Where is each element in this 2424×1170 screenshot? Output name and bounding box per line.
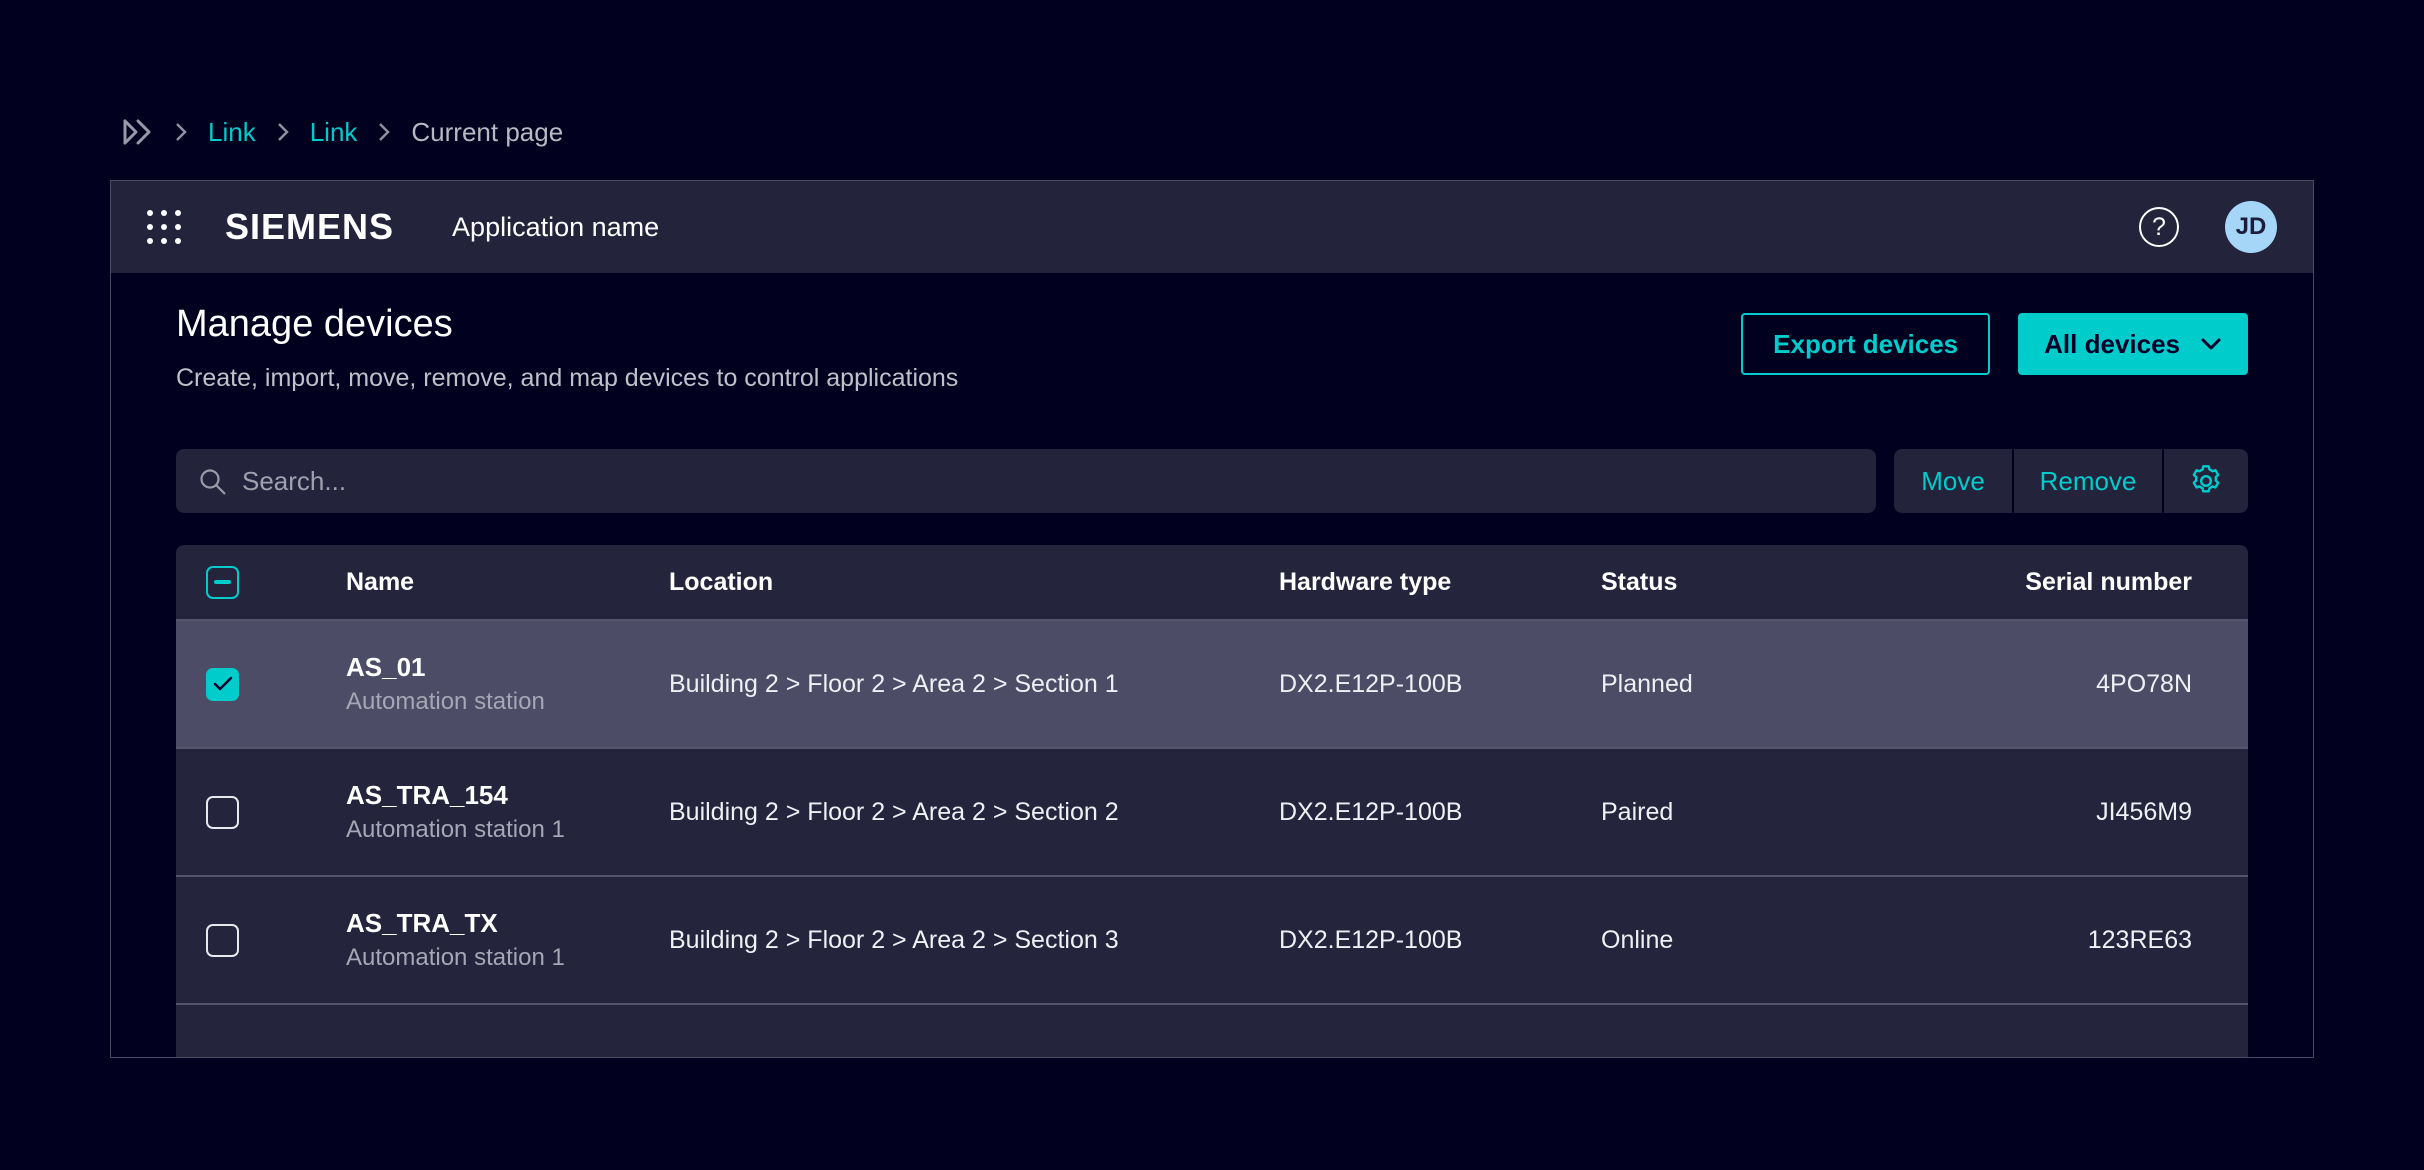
column-header-name[interactable]: Name (346, 568, 669, 597)
export-devices-button[interactable]: Export devices (1741, 313, 1990, 375)
device-serial: JI456M9 (2096, 798, 2248, 827)
chevron-right-icon (276, 121, 290, 143)
table-row[interactable]: AS_01 Automation station Building 2 > Fl… (176, 619, 2248, 747)
device-name: AS_01 (346, 652, 669, 683)
search-icon (198, 467, 228, 497)
column-header-hardware-type[interactable]: Hardware type (1279, 568, 1601, 597)
device-location: Building 2 > Floor 2 > Area 2 > Section … (669, 926, 1279, 955)
application-name: Application name (452, 212, 659, 243)
table-row[interactable]: AS_TRA_154 Automation station 1 Building… (176, 747, 2248, 875)
page-subtitle: Create, import, move, remove, and map de… (176, 364, 958, 393)
table-row[interactable]: AS_TRA_TX Automation station 1 Building … (176, 875, 2248, 1003)
column-header-location[interactable]: Location (669, 568, 1279, 597)
breadcrumb-current-page: Current page (411, 117, 563, 148)
table-header-row: Name Location Hardware type Status Seria… (176, 545, 2248, 619)
device-name: AS_TRA_154 (346, 780, 669, 811)
device-hardware-type: DX2.E12P-100B (1279, 926, 1601, 955)
check-icon (213, 676, 233, 692)
device-description: Automation station (346, 688, 669, 716)
device-filter-dropdown[interactable]: All devices (2018, 313, 2248, 375)
device-description: Automation station 1 (346, 944, 669, 972)
siemens-logo: SIEMENS (225, 206, 394, 248)
row-checkbox[interactable] (206, 796, 239, 829)
device-hardware-type: DX2.E12P-100B (1279, 798, 1601, 827)
row-checkbox[interactable] (206, 924, 239, 957)
main-panel: SIEMENS Application name ? JD Manage dev… (110, 180, 2314, 1058)
page-title: Manage devices (176, 303, 958, 346)
column-header-serial-number[interactable]: Serial number (2025, 568, 2248, 597)
device-serial: 4PO78N (2096, 670, 2248, 699)
device-description: Automation station 1 (346, 816, 669, 844)
chevron-right-icon (174, 121, 188, 143)
move-button[interactable]: Move (1894, 449, 2012, 513)
double-chevron-icon[interactable] (118, 116, 154, 148)
help-icon[interactable]: ? (2139, 207, 2179, 247)
select-all-checkbox[interactable] (206, 566, 239, 599)
device-serial: 123RE63 (2088, 926, 2248, 955)
device-location: Building 2 > Floor 2 > Area 2 > Section … (669, 670, 1279, 699)
app-header: SIEMENS Application name ? JD (111, 181, 2313, 273)
page-content: Manage devices Create, import, move, rem… (111, 273, 2313, 1057)
chevron-right-icon (377, 121, 391, 143)
remove-button[interactable]: Remove (2014, 449, 2162, 513)
app-switcher-icon[interactable] (147, 210, 181, 244)
device-location: Building 2 > Floor 2 > Area 2 > Section … (669, 798, 1279, 827)
gear-icon (2188, 463, 2224, 499)
device-status: Online (1601, 926, 1923, 955)
breadcrumb-link-2[interactable]: Link (310, 117, 358, 148)
column-header-status[interactable]: Status (1601, 568, 1923, 597)
breadcrumb-link-1[interactable]: Link (208, 117, 256, 148)
row-checkbox-checked[interactable] (206, 668, 239, 701)
avatar[interactable]: JD (2225, 201, 2277, 253)
search-input[interactable] (176, 449, 1876, 513)
breadcrumb: Link Link Current page (118, 116, 563, 148)
device-filter-label: All devices (2044, 329, 2180, 360)
table-empty-row (176, 1003, 2248, 1057)
table-settings-button[interactable] (2164, 449, 2248, 513)
device-status: Paired (1601, 798, 1923, 827)
devices-table: Name Location Hardware type Status Seria… (176, 545, 2248, 1057)
chevron-down-icon (2200, 337, 2222, 351)
table-actions-group: Move Remove (1894, 449, 2248, 513)
device-name: AS_TRA_TX (346, 908, 669, 939)
device-hardware-type: DX2.E12P-100B (1279, 670, 1601, 699)
device-status: Planned (1601, 670, 1923, 699)
